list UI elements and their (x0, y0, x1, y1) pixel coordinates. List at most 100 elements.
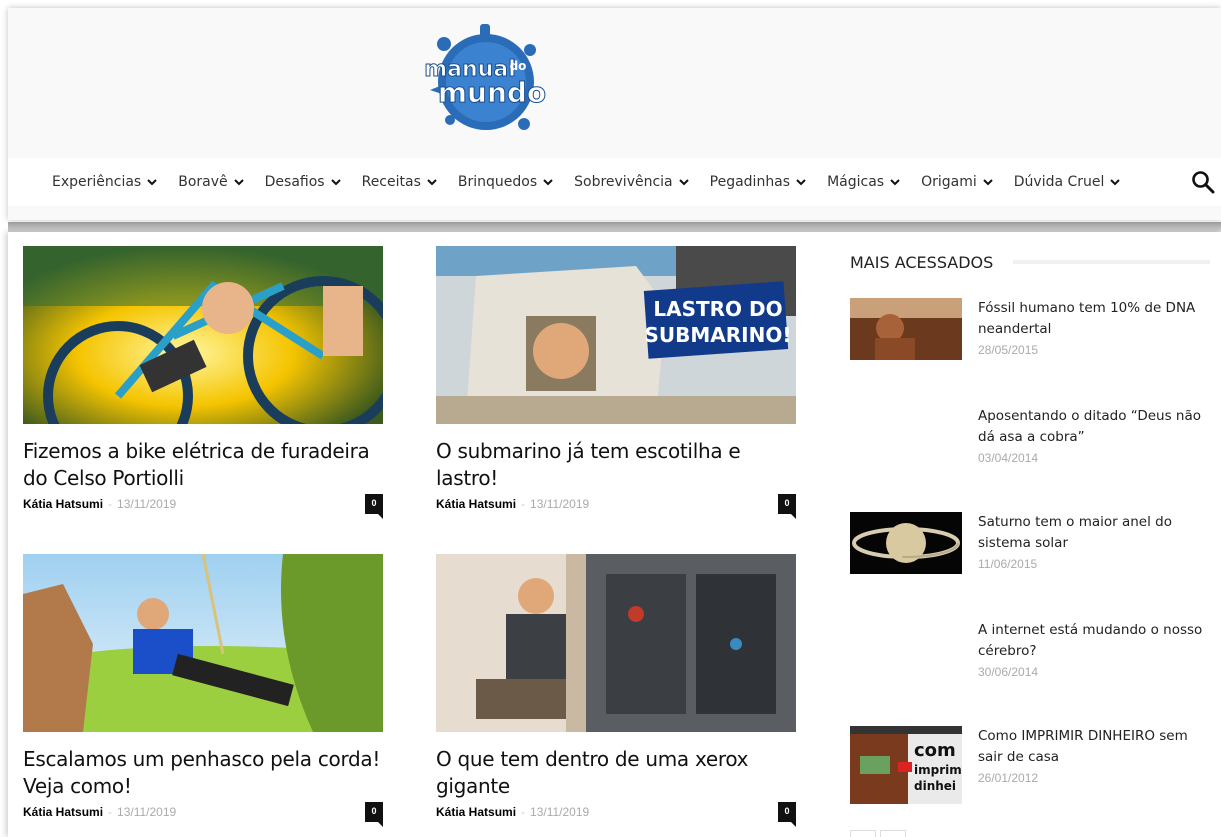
article-thumbnail[interactable]: LASTRO DO SUBMARINO! (436, 246, 796, 424)
popular-text: Fóssil humano tem 10% de DNA neandertal … (978, 298, 1210, 357)
popular-text: Como IMPRIMIR DINHEIRO sem sair de casa … (978, 726, 1210, 785)
nav-label: Origami (921, 174, 977, 190)
popular-text: A internet está mudando o nosso cérebro?… (978, 620, 1210, 679)
heading-divider (1013, 260, 1210, 264)
article-meta: Kátia Hatsumi - 13/11/2019 0 (436, 802, 796, 827)
nav-item-origami[interactable]: Origami (921, 174, 993, 190)
popular-title[interactable]: Saturno tem o maior anel do sistema sola… (978, 512, 1210, 554)
nav-label: Boravê (178, 174, 228, 190)
nav-item-brinquedos[interactable]: Brinquedos (458, 174, 553, 190)
article-card: Escalamos um penhasco pela corda! Veja c… (23, 554, 383, 827)
meta-separator: - (108, 805, 113, 819)
comment-count-badge[interactable]: 0 (778, 494, 796, 519)
article-title[interactable]: O submarino já tem escotilha e lastro! (436, 438, 796, 492)
nav-label: Receitas (361, 174, 421, 190)
svg-text:do: do (510, 59, 527, 73)
popular-item: Saturno tem o maior anel do sistema sola… (850, 512, 1210, 582)
popular-date: 28/05/2015 (978, 343, 1039, 357)
author-link[interactable]: Kátia Hatsumi (436, 805, 516, 819)
chevron-down-icon (796, 179, 806, 186)
article-thumbnail[interactable] (436, 554, 796, 732)
article-meta: Kátia Hatsumi - 13/11/2019 0 (436, 494, 796, 519)
popular-thumbnail[interactable]: com imprim dinhei (850, 726, 962, 804)
article-date: 13/11/2019 (530, 805, 590, 819)
article-date: 13/11/2019 (530, 497, 590, 511)
nav-label: Experiências (52, 174, 142, 190)
popular-date: 30/06/2014 (978, 665, 1039, 679)
svg-text:com: com (914, 740, 956, 761)
main-nav: Experiências Boravê Desafios Receitas Br… (8, 158, 1221, 206)
article-title[interactable]: Escalamos um penhasco pela corda! Veja c… (23, 746, 383, 800)
sidebar-heading: MAIS ACESSADOS (850, 250, 1210, 274)
chevron-down-icon (330, 179, 341, 186)
article-card: Fizemos a bike elétrica de furadeira do … (23, 246, 383, 519)
prev-page-button[interactable] (850, 830, 876, 837)
popular-item: A internet está mudando o nosso cérebro?… (850, 620, 1210, 690)
author-link[interactable]: Kátia Hatsumi (436, 497, 516, 511)
popular-text: Aposentando o ditado “Deus não dá asa a … (978, 406, 1210, 465)
main-content: Fizemos a bike elétrica de furadeira do … (8, 232, 1221, 837)
popular-title[interactable]: Como IMPRIMIR DINHEIRO sem sair de casa (978, 726, 1210, 768)
article-card: O que tem dentro de uma xerox gigante Ká… (436, 554, 796, 827)
chevron-down-icon (233, 179, 244, 186)
svg-text:imprim: imprim (914, 763, 962, 777)
nav-item-sobrevivencia[interactable]: Sobrevivência (574, 174, 689, 190)
header-shadow (8, 222, 1221, 232)
nav-item-pegadinhas[interactable]: Pegadinhas (710, 174, 806, 190)
nav-item-borave[interactable]: Boravê (178, 174, 244, 190)
popular-title[interactable]: Fóssil humano tem 10% de DNA neandertal (978, 298, 1210, 340)
chevron-down-icon (147, 179, 157, 186)
popular-date: 26/01/2012 (978, 771, 1039, 785)
site-header: manual do mundo Experiências Boravê Desa… (8, 8, 1221, 220)
author-link[interactable]: Kátia Hatsumi (23, 805, 103, 819)
nav-item-duvida-cruel[interactable]: Dúvida Cruel (1014, 174, 1121, 190)
popular-date: 03/04/2014 (978, 451, 1039, 465)
popular-item: Fóssil humano tem 10% de DNA neandertal … (850, 298, 1210, 368)
article-date: 13/11/2019 (117, 805, 177, 819)
author-link[interactable]: Kátia Hatsumi (23, 497, 103, 511)
sidebar-pager (850, 830, 906, 837)
nav-label: Mágicas (827, 174, 885, 190)
nav-item-desafios[interactable]: Desafios (265, 174, 341, 190)
popular-text: Saturno tem o maior anel do sistema sola… (978, 512, 1210, 571)
popular-date: 11/06/2015 (978, 557, 1038, 571)
comment-count-badge[interactable]: 0 (365, 494, 383, 519)
nav-item-experiencias[interactable]: Experiências (52, 174, 157, 190)
popular-thumbnail[interactable] (850, 298, 962, 360)
article-meta: Kátia Hatsumi - 13/11/2019 0 (23, 494, 383, 519)
popular-item: com imprim dinhei Como IMPRIMIR DINHEIRO s… (850, 726, 1210, 804)
meta-separator: - (521, 497, 526, 511)
popular-title[interactable]: A internet está mudando o nosso cérebro? (978, 620, 1210, 662)
article-meta: Kátia Hatsumi - 13/11/2019 0 (23, 802, 383, 827)
svg-text:dinhei: dinhei (914, 779, 956, 793)
chevron-down-icon (678, 179, 689, 186)
next-page-button[interactable] (880, 830, 906, 837)
article-thumbnail[interactable] (23, 554, 383, 732)
article-date: 13/11/2019 (117, 497, 177, 511)
nav-label: Brinquedos (457, 174, 538, 190)
nav-item-receitas[interactable]: Receitas (362, 174, 437, 190)
sidebar-heading-label: MAIS ACESSADOS (850, 252, 994, 272)
chevron-down-icon (890, 179, 900, 186)
popular-thumbnail[interactable] (850, 512, 962, 574)
site-logo[interactable]: manual do mundo (420, 20, 552, 140)
meta-separator: - (521, 805, 526, 819)
nav-label: Desafios (264, 174, 325, 190)
chevron-down-icon (427, 179, 437, 186)
chevron-down-icon (1110, 179, 1121, 186)
comment-count-badge[interactable]: 0 (365, 802, 383, 827)
svg-text:mundo: mundo (438, 76, 546, 109)
chevron-down-icon (983, 179, 993, 186)
nav-label: Sobrevivência (574, 174, 673, 190)
meta-separator: - (108, 497, 113, 511)
comment-count-badge[interactable]: 0 (778, 802, 796, 827)
article-title[interactable]: Fizemos a bike elétrica de furadeira do … (23, 438, 383, 492)
popular-title[interactable]: Aposentando o ditado “Deus não dá asa a … (978, 406, 1210, 448)
search-icon[interactable] (1191, 170, 1215, 194)
svg-text:SUBMARINO!: SUBMARINO! (645, 323, 792, 347)
article-card: LASTRO DO SUBMARINO! O submarino já tem … (436, 246, 796, 519)
nav-item-magicas[interactable]: Mágicas (827, 174, 900, 190)
article-thumbnail[interactable] (23, 246, 383, 424)
svg-text:LASTRO DO: LASTRO DO (653, 297, 782, 321)
article-title[interactable]: O que tem dentro de uma xerox gigante (436, 746, 796, 800)
